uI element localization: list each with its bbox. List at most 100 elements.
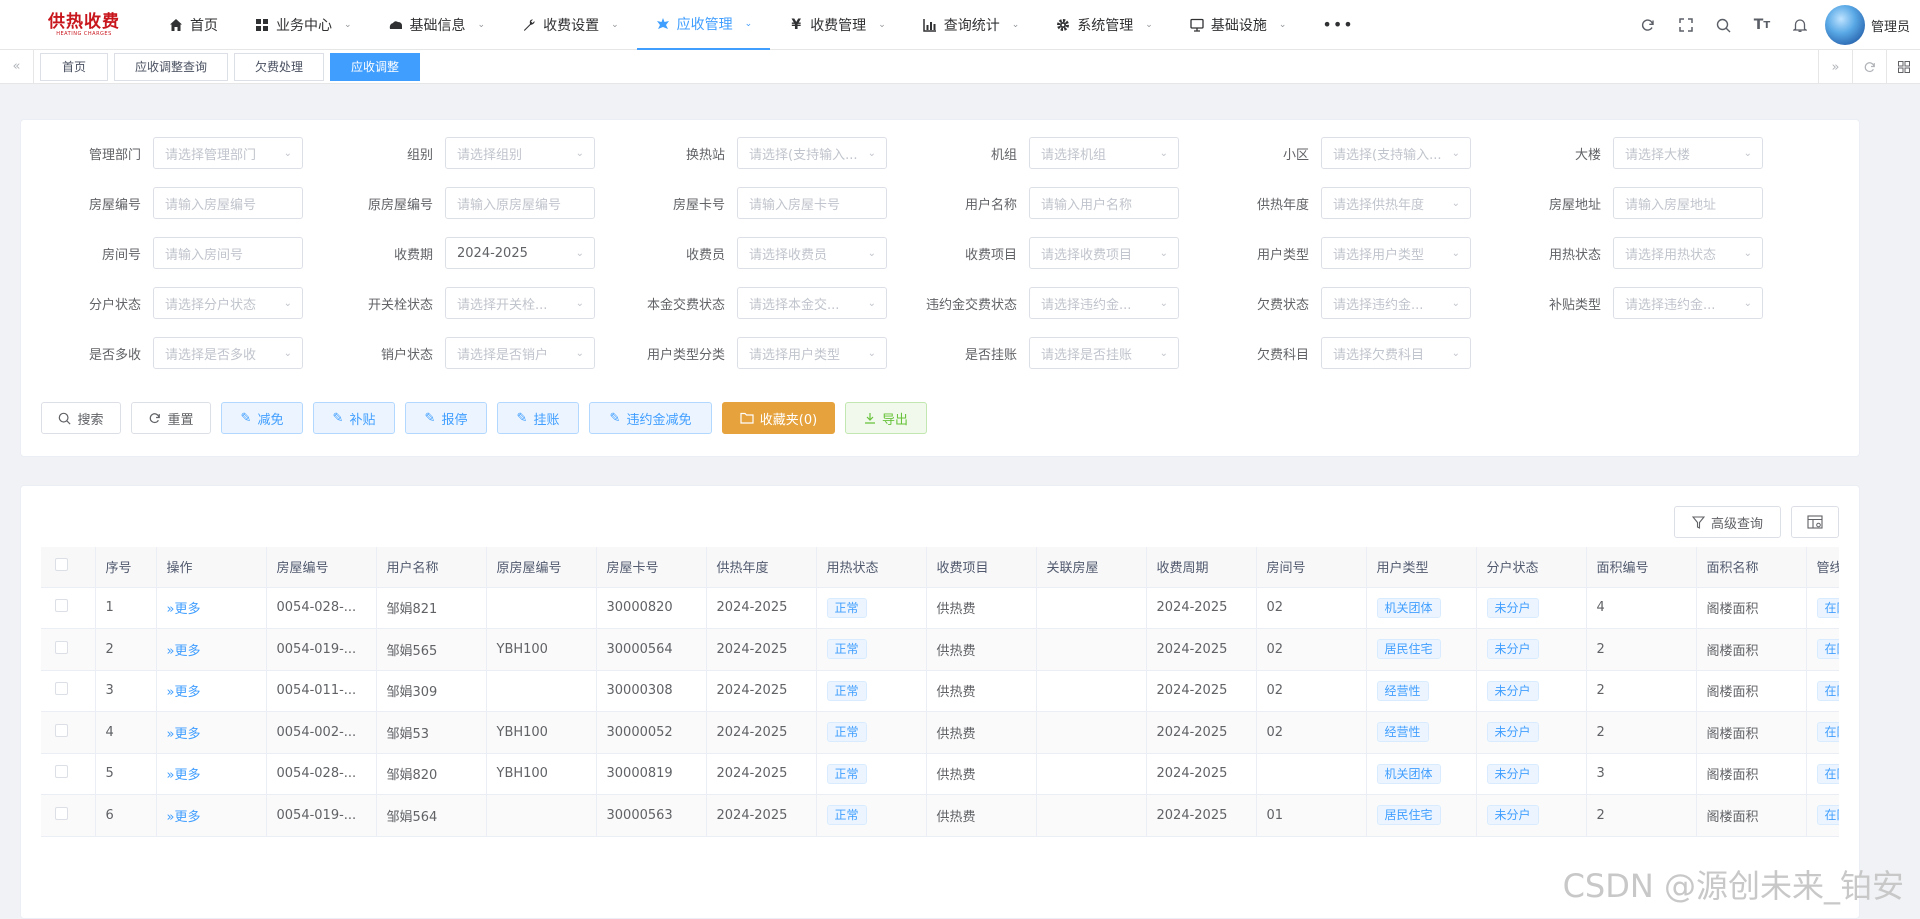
column-header[interactable]: 用户类型: [1366, 547, 1477, 588]
column-header[interactable]: 房屋卡号: [596, 547, 707, 588]
column-header[interactable]: 原房屋编号: [486, 547, 597, 588]
tab-receivable-adjust-query[interactable]: 应收调整查询: [114, 52, 228, 81]
table-row[interactable]: 3 »更多 0054-011-... 邹娟309 30000308 2024-2025 正常…: [41, 670, 1839, 712]
tab-menu-icon[interactable]: [1886, 50, 1920, 84]
column-header[interactable]: 供热年度: [706, 547, 817, 588]
menu-item-receivable[interactable]: 应收管理 ⌄: [636, 0, 771, 50]
form-field-select[interactable]: 请选择违约金... ⌄: [1321, 287, 1471, 319]
form-field-select[interactable]: 请选择(支持输入... ⌄: [1321, 137, 1471, 169]
refresh-tab-icon[interactable]: [1852, 50, 1886, 84]
search-button[interactable]: 搜索: [41, 402, 121, 434]
refresh-icon[interactable]: [1629, 0, 1667, 50]
menu-item-basic-info[interactable]: 基础信息 ⌄: [370, 0, 504, 50]
row-checkbox[interactable]: [55, 640, 68, 654]
column-header[interactable]: 收费项目: [926, 547, 1037, 588]
column-header[interactable]: 用户名称: [376, 547, 487, 588]
penalty-reduce-button[interactable]: ✎ 违约金减免: [589, 402, 712, 434]
form-field-select[interactable]: 请选择用户类型 ⌄: [737, 337, 887, 369]
column-header[interactable]: 关联房屋: [1036, 547, 1147, 588]
column-header[interactable]: 用热状态: [816, 547, 927, 588]
form-field-select[interactable]: 请选择收费项目 ⌄: [1029, 237, 1179, 269]
more-link[interactable]: »更多: [167, 768, 201, 783]
reduce-button[interactable]: ✎ 减免: [221, 402, 303, 434]
column-header[interactable]: 房屋编号: [266, 547, 377, 588]
hang-account-button[interactable]: ✎ 挂账: [497, 402, 579, 434]
menu-item-infrastructure[interactable]: 基础设施 ⌄: [1171, 0, 1305, 50]
username[interactable]: 管理员: [1871, 16, 1910, 35]
form-field-select[interactable]: 请选择违约金... ⌄: [1029, 287, 1179, 319]
form-field-select[interactable]: 请选择机组 ⌄: [1029, 137, 1179, 169]
form-field-select[interactable]: 请选择分户状态 ⌄: [153, 287, 303, 319]
advanced-query-button[interactable]: 高级查询: [1674, 506, 1781, 538]
suspend-button[interactable]: ✎ 报停: [405, 402, 487, 434]
form-field-select[interactable]: 请输入房屋地址: [1613, 187, 1763, 219]
select-all-checkbox[interactable]: [55, 558, 68, 572]
menu-item-fee-mgmt[interactable]: ¥ 收费管理 ⌄: [770, 0, 904, 50]
column-header[interactable]: 管线状: [1806, 547, 1839, 588]
more-link[interactable]: »更多: [167, 602, 201, 617]
form-field-select[interactable]: 请输入原房屋编号: [445, 187, 595, 219]
favorites-button[interactable]: 收藏夹(0): [722, 402, 835, 434]
form-field-select[interactable]: 请选择欠费科目 ⌄: [1321, 337, 1471, 369]
more-link[interactable]: »更多: [167, 727, 201, 742]
menu-item-business[interactable]: 业务中心 ⌄: [236, 0, 370, 50]
form-field-select[interactable]: 请输入房间号: [153, 237, 303, 269]
export-button[interactable]: 导出: [845, 402, 927, 434]
menu-item-fee-settings[interactable]: 收费设置 ⌄: [503, 0, 637, 50]
form-field-select[interactable]: 请选择供热年度 ⌄: [1321, 187, 1471, 219]
menu-item-home[interactable]: 首页: [150, 0, 236, 50]
font-size-icon[interactable]: TT: [1743, 0, 1781, 50]
form-field-select[interactable]: 请选择收费员 ⌄: [737, 237, 887, 269]
menu-item-query-stats[interactable]: 查询统计 ⌄: [904, 0, 1038, 50]
reset-button[interactable]: 重置: [131, 402, 211, 434]
form-field-select[interactable]: 请选择是否销户 ⌄: [445, 337, 595, 369]
fullscreen-icon[interactable]: [1667, 0, 1705, 50]
form-field-select[interactable]: 请选择大楼 ⌄: [1613, 137, 1763, 169]
row-checkbox[interactable]: [55, 599, 68, 613]
form-field-select[interactable]: 请选择本金交... ⌄: [737, 287, 887, 319]
form-field-select[interactable]: 请输入用户名称: [1029, 187, 1179, 219]
tab-home[interactable]: 首页: [40, 52, 108, 81]
scroll-right-icon[interactable]: »: [1818, 50, 1852, 84]
column-header[interactable]: 房间号: [1256, 547, 1367, 588]
bell-icon[interactable]: [1781, 0, 1819, 50]
tab-receivable-adjust[interactable]: 应收调整: [330, 52, 420, 81]
column-settings-button[interactable]: [1791, 506, 1839, 538]
row-checkbox[interactable]: [55, 765, 68, 779]
table-row[interactable]: 2 »更多 0054-019-... 邹娟565 YBH100 30000564 2024-…: [41, 628, 1839, 671]
form-field-select[interactable]: 2024-2025 ⌄: [445, 237, 595, 269]
subsidy-button[interactable]: ✎ 补贴: [313, 402, 395, 434]
more-link[interactable]: »更多: [167, 644, 201, 659]
row-checkbox[interactable]: [55, 682, 68, 696]
more-menu-button[interactable]: •••: [1304, 0, 1371, 50]
form-field-select[interactable]: 请选择是否多收 ⌄: [153, 337, 303, 369]
column-header[interactable]: 序号: [95, 547, 157, 588]
row-checkbox[interactable]: [55, 806, 68, 820]
table-row[interactable]: 4 »更多 0054-002-... 邹娟53 YBH100 30000052 2024-2…: [41, 711, 1839, 754]
form-field-select[interactable]: 请选择用热状态 ⌄: [1613, 237, 1763, 269]
form-field-select[interactable]: 请输入房屋编号: [153, 187, 303, 219]
form-field-select[interactable]: 请选择管理部门 ⌄: [153, 137, 303, 169]
search-icon[interactable]: [1705, 0, 1743, 50]
form-field-select[interactable]: 请选择违约金... ⌄: [1613, 287, 1763, 319]
avatar[interactable]: [1824, 5, 1865, 45]
table-row[interactable]: 5 »更多 0054-028-... 邹娟820 YBH100 30000819 2024-…: [41, 753, 1839, 795]
table-row[interactable]: 6 »更多 0054-019-... 邹娟564 30000563 2024-2025 正常…: [41, 794, 1839, 837]
column-header[interactable]: 面积名称: [1696, 547, 1807, 588]
tab-arrears-processing[interactable]: 欠费处理: [234, 52, 324, 81]
column-header[interactable]: 操作: [156, 547, 267, 588]
scroll-left-icon[interactable]: «: [0, 49, 34, 84]
column-header[interactable]: 分户状态: [1476, 547, 1587, 588]
form-field-select[interactable]: 请选择组别 ⌄: [445, 137, 595, 169]
menu-item-system[interactable]: 系统管理 ⌄: [1037, 0, 1171, 50]
column-header[interactable]: 面积编号: [1586, 547, 1697, 588]
row-checkbox[interactable]: [55, 723, 68, 737]
more-link[interactable]: »更多: [167, 810, 201, 825]
form-field-select[interactable]: 请选择是否挂账 ⌄: [1029, 337, 1179, 369]
form-field-select[interactable]: 请选择用户类型 ⌄: [1321, 237, 1471, 269]
column-header[interactable]: 收费周期: [1146, 547, 1257, 588]
form-field-select[interactable]: 请选择(支持输入... ⌄: [737, 137, 887, 169]
more-link[interactable]: »更多: [167, 685, 201, 700]
table-row[interactable]: 1 »更多 0054-028-... 邹娟821 30000820 2024-2025 正常…: [41, 587, 1839, 629]
form-field-select[interactable]: 请选择开关栓... ⌄: [445, 287, 595, 319]
